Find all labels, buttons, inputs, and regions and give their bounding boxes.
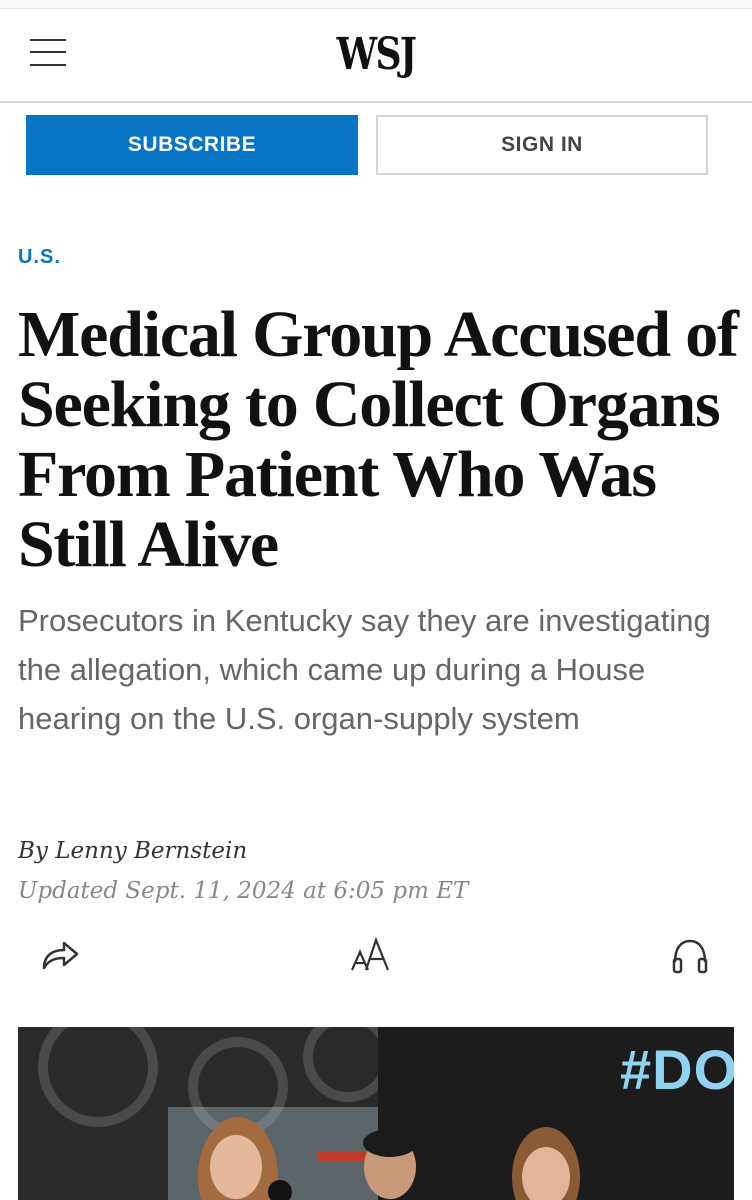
headphones-icon[interactable] — [666, 932, 714, 980]
section-label[interactable]: U.S. — [18, 246, 61, 269]
menu-bar — [30, 39, 66, 41]
top-edge-strip — [0, 0, 752, 9]
author-link[interactable]: Lenny Bernstein — [55, 838, 247, 864]
article-dek: Prosecutors in Kentucky say they are inv… — [18, 603, 711, 736]
menu-bar — [30, 64, 66, 66]
subscribe-button[interactable]: SUBSCRIBE — [26, 115, 358, 175]
byline: By Lenny Bernstein — [18, 838, 247, 864]
hero-image[interactable]: #DON — [18, 1027, 734, 1200]
site-header: WSJ — [0, 9, 752, 103]
share-icon[interactable] — [36, 932, 84, 980]
sign-in-button[interactable]: SIGN IN — [376, 115, 708, 175]
event-hashtag-text: #DON — [620, 1038, 734, 1101]
wsj-logo[interactable]: WSJ — [68, 29, 685, 80]
updated-timestamp: Updated Sept. 11, 2024 at 6:05 pm ET — [18, 878, 469, 904]
menu-bar — [30, 51, 66, 53]
text-size-icon[interactable] — [346, 932, 394, 980]
headline: Medical Group Accused of Seeking to Coll… — [18, 298, 739, 581]
hamburger-menu-icon[interactable] — [30, 37, 66, 69]
byline-prefix: By — [18, 838, 48, 864]
